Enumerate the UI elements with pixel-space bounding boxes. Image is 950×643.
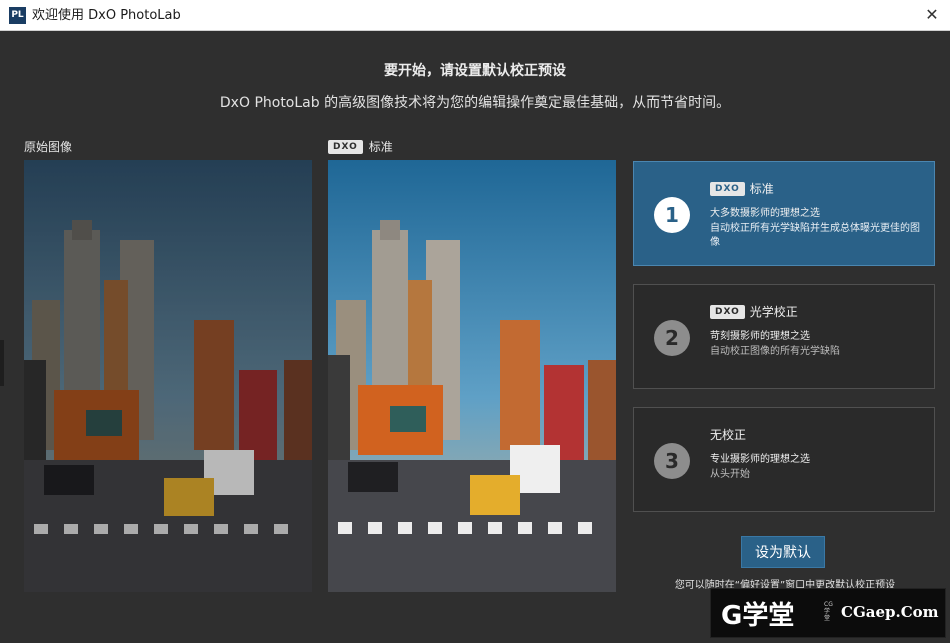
option-title: 无校正 xyxy=(710,426,746,443)
photolab-app-icon: PL xyxy=(9,7,26,24)
preset-option-no-correction[interactable]: 3 无校正 专业摄影师的理想之选 从头开始 xyxy=(633,407,935,512)
option-number-badge: 1 xyxy=(654,197,690,233)
preset-option-optical-corrections[interactable]: 2 DXO 光学校正 苛刻摄影师的理想之选 自动校正图像的所有光学缺陷 xyxy=(633,284,935,389)
watermark-logo-text: G学堂 xyxy=(721,601,795,631)
dxo-logo-icon: DXO xyxy=(710,304,745,319)
side-panel-handle[interactable] xyxy=(0,340,4,386)
option-number-badge: 3 xyxy=(654,443,690,479)
set-default-button[interactable]: 设为默认 xyxy=(741,536,825,568)
preset-option-standard[interactable]: 1 DXO 标准 大多数摄影师的理想之选 自动校正所有光学缺陷并生成总体曝光更佳… xyxy=(633,161,935,266)
standard-preview-label: DXO 标准 xyxy=(328,138,393,155)
option-description: 自动校正所有光学缺陷并生成总体曝光更佳的图像 xyxy=(710,223,920,248)
option-description: 自动校正图像的所有光学缺陷 xyxy=(710,346,840,357)
original-photo-image xyxy=(24,160,312,592)
option-title-text: 光学校正 xyxy=(749,305,798,319)
close-button[interactable]: ✕ xyxy=(920,4,944,26)
original-image-label: 原始图像 xyxy=(24,140,73,154)
option-title: DXO 标准 xyxy=(710,180,774,197)
page-heading: 要开始，请设置默认校正预设 xyxy=(384,63,566,79)
welcome-dialog: PL 欢迎使用 DxO PhotoLab ✕ 要开始，请设置默认校正预设 DxO… xyxy=(0,0,950,643)
original-photo xyxy=(24,160,312,592)
option-description: 从头开始 xyxy=(710,469,750,480)
window-title: 欢迎使用 DxO PhotoLab xyxy=(32,8,181,23)
title-bar: PL 欢迎使用 DxO PhotoLab ✕ xyxy=(0,0,950,31)
option-title-text: 标准 xyxy=(749,182,774,196)
option-number-badge: 2 xyxy=(654,320,690,356)
standard-preview-image xyxy=(328,160,616,592)
watermark-site-text: CGaep.Com xyxy=(841,603,939,621)
dxo-logo-icon: DXO xyxy=(710,181,745,196)
option-subtitle: 苛刻摄影师的理想之选 xyxy=(710,331,810,342)
dxo-logo-icon: DXO xyxy=(328,139,363,154)
standard-preview-photo xyxy=(328,160,616,592)
option-title: DXO 光学校正 xyxy=(710,303,798,320)
page-subheading: DxO PhotoLab 的高级图像技术将为您的编辑操作奠定最佳基础，从而节省时… xyxy=(219,95,731,111)
option-subtitle: 专业摄影师的理想之选 xyxy=(710,454,810,465)
option-title-text: 无校正 xyxy=(710,428,747,442)
option-subtitle: 大多数摄影师的理想之选 xyxy=(710,208,820,219)
watermark-logo: G学堂 CG学堂 CGaep.Com xyxy=(710,588,946,638)
watermark-small-text: CG学堂 xyxy=(824,601,833,622)
standard-preview-text: 标准 xyxy=(368,140,393,154)
